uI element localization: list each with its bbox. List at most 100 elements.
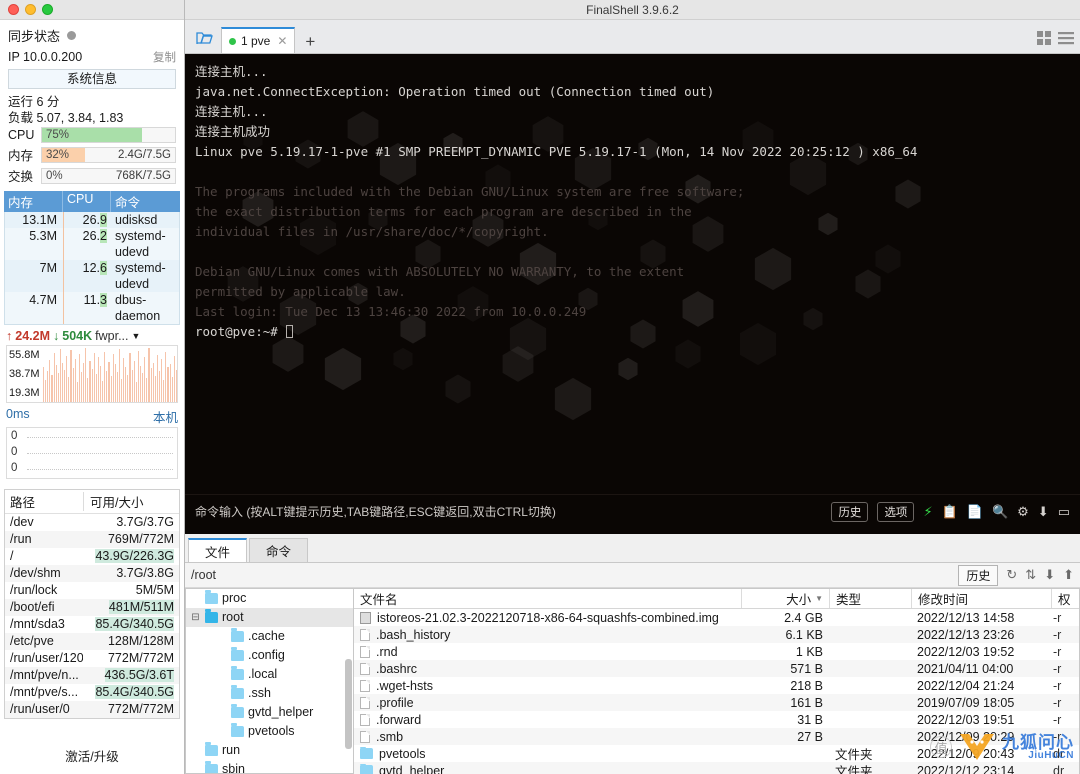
process-row[interactable]: 7M 12.6 systemd-udevd: [5, 260, 179, 292]
disk-path: /run: [10, 532, 32, 546]
tree-node-.ssh[interactable]: .ssh: [186, 684, 353, 703]
process-row[interactable]: 13.1M 26.9 udisksd: [5, 212, 179, 228]
open-folder-icon[interactable]: [191, 23, 217, 53]
upload-icon[interactable]: ⬆: [1063, 567, 1074, 583]
command-input-bar[interactable]: 命令输入 (按ALT键提示历史,TAB键路径,ESC键返回,双击CTRL切换) …: [185, 494, 1080, 528]
network-chart-bars: [43, 346, 177, 402]
file-row[interactable]: .wget-hsts 218 B 2022/12/04 21:24 -r: [354, 677, 1079, 694]
tree-node-run[interactable]: run: [186, 741, 353, 760]
resource-meters: CPU 75% 内存 32% 2.4G/7.5G 交换 0% 768K/7.5G: [0, 126, 184, 186]
file-row[interactable]: .forward 31 B 2022/12/03 19:51 -r: [354, 711, 1079, 728]
tree-node-.local[interactable]: .local: [186, 665, 353, 684]
ping-y-0c: 0: [11, 462, 18, 474]
bolt-icon[interactable]: ⚡: [923, 504, 932, 520]
process-col-cpu[interactable]: CPU: [62, 191, 110, 212]
search-icon[interactable]: 🔍: [992, 504, 1008, 520]
grid-view-icon[interactable]: [1037, 31, 1051, 48]
folder-icon: [231, 704, 244, 718]
close-window-button[interactable]: [8, 4, 19, 15]
list-view-icon[interactable]: [1058, 31, 1074, 48]
terminal-options-button[interactable]: 选项: [877, 501, 915, 522]
process-col-cmd[interactable]: 命令: [110, 191, 180, 212]
process-row[interactable]: 5.3M 26.2 systemd-udevd: [5, 228, 179, 260]
watermark-zhi-icon: 值: [930, 736, 952, 758]
sort-icon[interactable]: ⇅: [1025, 567, 1036, 583]
ip-row: IP 10.0.0.200 复制: [0, 48, 184, 69]
disk-row[interactable]: /mnt/pve/n... 436.5G/3.6T: [5, 667, 179, 684]
terminal-line: Debian GNU/Linux comes with ABSOLUTELY N…: [195, 264, 685, 279]
folder-icon: [231, 723, 244, 737]
system-info-button[interactable]: 系统信息: [8, 69, 176, 89]
terminal-line: Last login: Tue Dec 13 13:46:30 2022 fro…: [195, 304, 587, 319]
current-path-label[interactable]: /root: [191, 568, 950, 582]
chevron-down-icon[interactable]: ▼: [131, 331, 140, 341]
panel-splitter[interactable]: [185, 528, 1080, 534]
download-icon[interactable]: ⬇: [1044, 567, 1055, 583]
file-row[interactable]: istoreos-21.02.3-2022120718-x86-64-squas…: [354, 609, 1079, 626]
file-row[interactable]: gvtd_helper 文件夹 2022/12/12 23:14 dr: [354, 762, 1079, 774]
paste-icon[interactable]: 📄: [967, 504, 983, 520]
file-history-button[interactable]: 历史: [958, 564, 999, 586]
download-icon[interactable]: ⬇: [1038, 504, 1049, 520]
window-icon[interactable]: ▭: [1058, 504, 1070, 520]
close-tab-icon[interactable]: ✕: [277, 34, 287, 48]
activate-upgrade-button[interactable]: 激活/升级: [0, 740, 184, 774]
terminal-output[interactable]: 连接主机... java.net.ConnectException: Operat…: [185, 54, 1080, 494]
disk-row[interactable]: /run/lock 5M/5M: [5, 582, 179, 599]
upload-arrow-icon: ↑: [6, 329, 13, 343]
file-row[interactable]: .bash_history 6.1 KB 2022/12/13 23:26 -r: [354, 626, 1079, 643]
disk-row[interactable]: /etc/pve 128M/128M: [5, 633, 179, 650]
refresh-icon[interactable]: ↻: [1006, 567, 1017, 583]
disk-row[interactable]: / 43.9G/226.3G: [5, 548, 179, 565]
file-col-type[interactable]: 类型: [829, 589, 911, 608]
file-row[interactable]: .profile 161 B 2019/07/09 18:05 -r: [354, 694, 1079, 711]
file-col-perm[interactable]: 权: [1051, 589, 1079, 608]
file-col-size[interactable]: 大小 ▼: [741, 589, 829, 608]
disk-row[interactable]: /boot/efi 481M/511M: [5, 599, 179, 616]
maximize-window-button[interactable]: [42, 4, 53, 15]
file-panel-tab-文件[interactable]: 文件: [188, 538, 248, 562]
copy-icon[interactable]: 📋: [942, 504, 958, 520]
disk-row[interactable]: /dev 3.7G/3.7G: [5, 514, 179, 531]
gear-icon[interactable]: ⚙: [1017, 504, 1029, 520]
tree-node-root[interactable]: ⊟ root: [186, 608, 353, 627]
ping-latency-label: 0ms: [6, 407, 30, 421]
directory-tree[interactable]: proc ⊟ root .cache .config .local .ssh gvtd_hel…: [185, 588, 353, 774]
file-panel-tab-命令[interactable]: 命令: [249, 538, 309, 562]
tree-scrollbar[interactable]: [345, 659, 352, 749]
file-row[interactable]: .rnd 1 KB 2022/12/03 19:52 -r: [354, 643, 1079, 660]
tree-node-pvetools[interactable]: pvetools: [186, 722, 353, 741]
tree-node-.config[interactable]: .config: [186, 646, 353, 665]
disk-row[interactable]: /run/user/0 772M/772M: [5, 701, 179, 718]
process-row[interactable]: 4.7M 11.3 dbus-daemon: [5, 292, 179, 324]
file-icon: [360, 696, 370, 709]
disk-row[interactable]: /run 769M/772M: [5, 531, 179, 548]
meter-label: 内存: [8, 149, 34, 163]
process-cpu: 11.3: [63, 292, 111, 324]
meter-detail: 2.4G/7.5G: [117, 148, 171, 161]
disk-row[interactable]: /mnt/sda3 85.4G/340.5G: [5, 616, 179, 633]
tree-node-sbin[interactable]: sbin: [186, 760, 353, 773]
minimize-window-button[interactable]: [25, 4, 36, 15]
file-row[interactable]: .bashrc 571 B 2021/04/11 04:00 -r: [354, 660, 1079, 677]
file-col-name[interactable]: 文件名: [354, 589, 741, 608]
disk-usage-table: 路径 可用/大小 /dev 3.7G/3.7G/run 769M/772M / 43.9…: [4, 489, 180, 719]
disk-row[interactable]: /dev/shm 3.7G/3.8G: [5, 565, 179, 582]
tree-node-proc[interactable]: proc: [186, 589, 353, 608]
file-name-label: .smb: [376, 729, 404, 744]
disk-path: /run/lock: [10, 583, 58, 597]
terminal-history-button[interactable]: 历史: [831, 501, 869, 522]
file-perm-cell: -r: [1053, 610, 1062, 625]
ping-y-0b: 0: [11, 446, 18, 458]
disk-row[interactable]: /run/user/120 772M/772M: [5, 650, 179, 667]
file-size-cell: 31 B: [797, 712, 823, 727]
new-tab-button[interactable]: +: [295, 33, 325, 53]
disk-row[interactable]: /mnt/pve/s... 85.4G/340.5G: [5, 684, 179, 701]
copy-ip-button[interactable]: 复制: [153, 49, 176, 65]
process-col-mem[interactable]: 内存: [4, 191, 62, 212]
file-col-time[interactable]: 修改时间: [911, 589, 1051, 608]
tree-expander-icon[interactable]: ⊟: [190, 608, 201, 627]
tree-node-.cache[interactable]: .cache: [186, 627, 353, 646]
tree-node-gvtd_helper[interactable]: gvtd_helper: [186, 703, 353, 722]
session-tab-pve[interactable]: 1 pve ✕: [221, 27, 296, 53]
